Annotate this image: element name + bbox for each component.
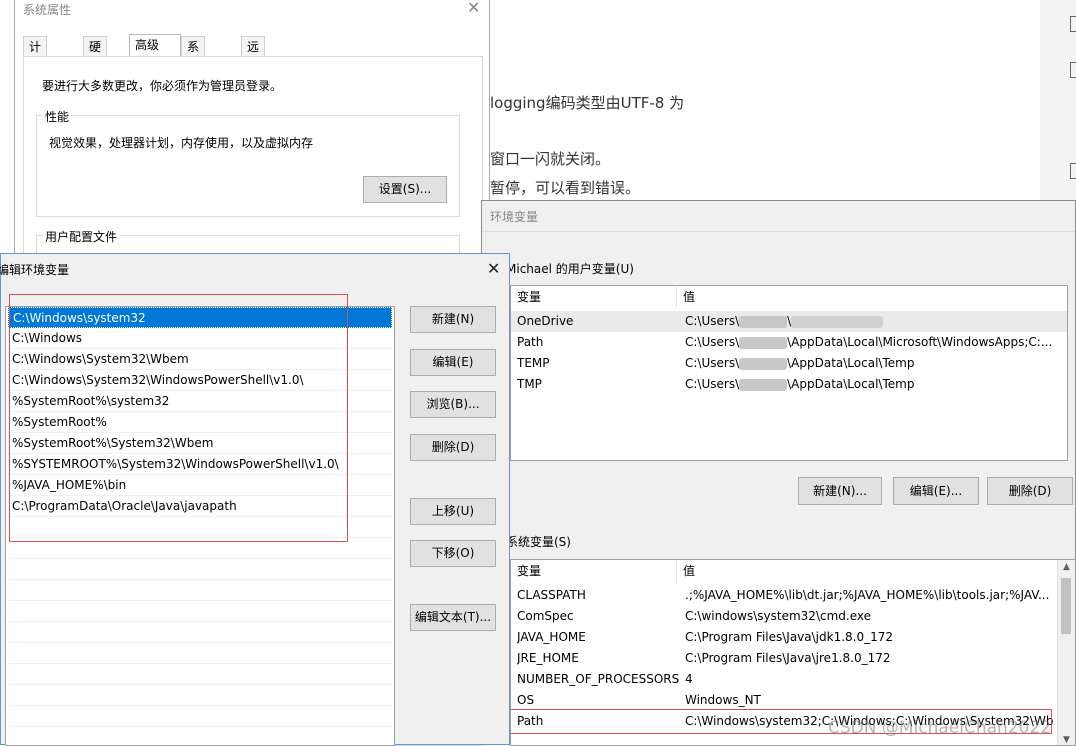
list-item-empty[interactable] — [8, 685, 392, 706]
var-name: CLASSPATH — [517, 588, 586, 602]
table-row[interactable]: OneDrive C:\Users\ \ — [511, 311, 1067, 332]
table-row[interactable]: JAVA_HOME C:\Program Files\Java\jdk1.8.0… — [511, 627, 1075, 648]
var-value: C:\Users\ \AppData\Local\Temp — [685, 356, 915, 370]
var-value: C:\windows\system32\cmd.exe — [685, 609, 871, 623]
move-up-button[interactable]: 上移(U) — [410, 498, 496, 525]
scroll-up-icon[interactable]: ▲ — [1058, 562, 1075, 572]
scrollbar-thumb[interactable] — [1061, 578, 1071, 634]
close-icon[interactable]: ✕ — [467, 0, 480, 17]
var-name: OS — [517, 693, 535, 707]
environment-variables-window: 环境变量 Michael 的用户变量(U) 变量 值 OneDrive C:\U… — [481, 200, 1076, 746]
group-label: 性能 — [43, 108, 72, 125]
var-value: C:\Program Files\Java\jre1.8.0_172 — [685, 651, 891, 665]
system-vars-label: 系统变量(S) — [506, 535, 571, 549]
var-value: C:\Program Files\Java\jdk1.8.0_172 — [685, 630, 894, 644]
var-name: ComSpec — [517, 609, 574, 623]
tab-system-protection[interactable]: 系统保护 — [181, 36, 206, 114]
browse-button[interactable]: 浏览(B)... — [410, 391, 496, 418]
redacted-value — [791, 315, 884, 328]
tab-remote[interactable]: 远程 — [241, 36, 266, 74]
var-value: Windows_NT — [685, 693, 761, 707]
var-name: OneDrive — [517, 314, 574, 328]
highlight-box — [9, 294, 348, 542]
edit-env-var-dialog: 编辑环境变量 ✕ C:\Windows\system32 C:\Windows … — [0, 253, 510, 746]
scroll-down-icon[interactable]: ▼ — [1058, 735, 1075, 745]
user-delete-button[interactable]: 删除(D) — [987, 477, 1073, 505]
delete-button[interactable]: 删除(D) — [410, 434, 496, 461]
table-row[interactable]: TMP C:\Users\ \AppData\Local\Temp — [511, 374, 1067, 395]
user-vars-label: Michael 的用户变量(U) — [506, 262, 634, 276]
right-sidebar-strip — [1040, 0, 1076, 200]
table-row[interactable]: TEMP C:\Users\ \AppData\Local\Temp — [511, 353, 1067, 374]
window-title: 环境变量 — [490, 210, 539, 224]
table-row[interactable]: NUMBER_OF_PROCESSORS 4 — [511, 669, 1075, 690]
redacted-username — [739, 378, 788, 391]
user-edit-button[interactable]: 编辑(E)... — [893, 477, 979, 505]
var-value: C:\Users\ \AppData\Local\Temp — [685, 377, 915, 391]
var-value: C:\Users\ \AppData\Local\Microsoft\Window… — [685, 335, 1053, 349]
list-item-empty[interactable] — [8, 727, 392, 745]
table-row[interactable]: ComSpec C:\windows\system32\cmd.exe — [511, 606, 1075, 627]
user-vars-table: 变量 值 OneDrive C:\Users\ \ Path C:\Users\ \… — [510, 285, 1068, 461]
column-header-value[interactable]: 值 — [677, 560, 1057, 582]
article-line: 窗口一闪就关闭。 — [490, 150, 611, 168]
tab-hardware[interactable]: 硬件 — [83, 36, 108, 74]
redacted-username — [739, 357, 788, 370]
dialog-title: 编辑环境变量 — [0, 263, 70, 277]
list-item-empty[interactable] — [8, 580, 392, 601]
user-new-button[interactable]: 新建(N)... — [798, 477, 882, 505]
column-header-value[interactable]: 值 — [677, 286, 1067, 308]
close-icon[interactable]: ✕ — [487, 259, 500, 278]
admin-note: 要进行大多数更改，你必须作为管理员登录。 — [42, 79, 283, 93]
list-item-empty[interactable] — [8, 664, 392, 685]
var-value: .;%JAVA_HOME%\lib\dt.jar;%JAVA_HOME%\lib… — [685, 588, 1050, 602]
list-item-empty[interactable] — [8, 706, 392, 727]
var-name: TEMP — [517, 356, 550, 370]
redacted-username — [739, 336, 788, 349]
window-title: 系统属性 — [23, 3, 72, 17]
edit-text-button[interactable]: 编辑文本(T)... — [410, 604, 496, 631]
var-name: JRE_HOME — [517, 651, 579, 665]
sidebar-mark — [1070, 16, 1076, 32]
new-button[interactable]: 新建(N) — [410, 306, 496, 333]
list-item-empty[interactable] — [8, 622, 392, 643]
sidebar-mark — [1070, 62, 1076, 78]
list-item-empty[interactable] — [8, 601, 392, 622]
var-name: Path — [517, 335, 544, 349]
column-header-variable[interactable]: 变量 — [511, 286, 677, 308]
table-row[interactable]: Path C:\Users\ \AppData\Local\Microsoft\W… — [511, 332, 1067, 353]
group-label: 用户配置文件 — [43, 228, 120, 245]
performance-description: 视觉效果，处理器计划，内存使用，以及虚拟内存 — [49, 136, 314, 150]
var-name: JAVA_HOME — [517, 630, 586, 644]
var-name: TMP — [517, 377, 542, 391]
table-row[interactable]: JRE_HOME C:\Program Files\Java\jre1.8.0_… — [511, 648, 1075, 669]
watermark: CSDN @MichaelChan2022 — [828, 718, 1052, 738]
article-line: 暂停，可以看到错误。 — [490, 179, 641, 197]
redacted-username — [739, 315, 788, 328]
title-divider — [482, 231, 1075, 232]
list-item-empty[interactable] — [8, 643, 392, 664]
article-line: logging编码类型由UTF-8 为 — [490, 94, 685, 112]
tab-computer-name[interactable]: 计算机名 — [23, 36, 48, 114]
move-down-button[interactable]: 下移(O) — [410, 540, 496, 567]
table-row[interactable]: CLASSPATH .;%JAVA_HOME%\lib\dt.jar;%JAVA… — [511, 585, 1075, 606]
sidebar-mark — [1070, 163, 1076, 179]
var-value: C:\Users\ \ — [685, 311, 884, 332]
list-item-empty[interactable] — [8, 559, 392, 580]
var-name: NUMBER_OF_PROCESSORS — [517, 672, 679, 686]
tab-advanced[interactable]: 高级 — [129, 34, 181, 57]
background-article: logging编码类型由UTF-8 为 窗口一闪就关闭。 暂停，可以看到错误。 — [490, 0, 790, 210]
performance-group: 性能 视觉效果，处理器计划，内存使用，以及虚拟内存 设置(S)... — [36, 108, 460, 217]
table-row[interactable]: OS Windows_NT — [511, 690, 1075, 711]
var-value: 4 — [685, 672, 693, 686]
performance-settings-button[interactable]: 设置(S)... — [363, 176, 447, 203]
edit-button[interactable]: 编辑(E) — [410, 349, 496, 376]
column-header-variable[interactable]: 变量 — [511, 560, 677, 582]
system-vars-scrollbar[interactable]: ▲ ▼ — [1057, 560, 1075, 745]
